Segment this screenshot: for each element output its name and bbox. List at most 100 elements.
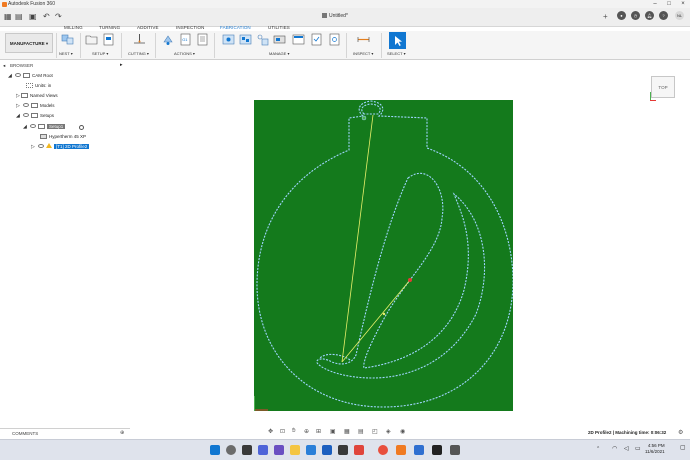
extensions-icon[interactable]: ●: [617, 11, 626, 20]
comments-panel[interactable]: COMMENTS ⊕: [0, 428, 130, 437]
tree-label: CAM Root: [32, 73, 53, 78]
zoom-icon[interactable]: ⊕: [304, 428, 309, 435]
measure-icon[interactable]: [357, 33, 370, 46]
simulate-icon[interactable]: [162, 33, 175, 46]
tree-item-setup1[interactable]: ◢ Setup1: [23, 123, 84, 131]
taskbar-clock[interactable]: 4:56 PM 11/6/2021: [645, 443, 665, 455]
eye-icon[interactable]: [23, 113, 29, 117]
eye-icon[interactable]: [15, 73, 21, 77]
tab-utilities[interactable]: UTILITIES: [268, 25, 290, 30]
post-library-icon[interactable]: [256, 33, 269, 46]
app-taskbar-icon[interactable]: [432, 445, 442, 455]
setup-folder-icon[interactable]: [85, 33, 98, 46]
select-cursor-icon[interactable]: [389, 32, 406, 49]
browser-pin-icon[interactable]: ▸: [120, 62, 123, 68]
grid-settings-icon[interactable]: ▦: [344, 428, 350, 435]
fit-icon[interactable]: ⊞: [316, 428, 321, 435]
close-button[interactable]: ×: [676, 0, 690, 8]
file-icon[interactable]: ▤: [15, 13, 23, 21]
fusion-taskbar-icon[interactable]: [396, 445, 406, 455]
eye-icon[interactable]: [23, 103, 29, 107]
help-icon[interactable]: ?: [659, 11, 668, 20]
tree-item-machine[interactable]: Hypertherm 45 XP: [40, 133, 86, 141]
eye-icon[interactable]: [30, 124, 36, 128]
tree-item-setups[interactable]: ◢ Setups: [16, 112, 54, 120]
select-group-label: SELECT: [387, 51, 403, 56]
display-settings-icon[interactable]: ▣: [330, 428, 336, 435]
wifi-icon[interactable]: ◠: [612, 445, 617, 452]
viewports-icon[interactable]: ▤: [358, 428, 364, 435]
tray-chevron-icon[interactable]: ⌃: [596, 446, 600, 452]
tree-item-models[interactable]: ▷ Models: [16, 102, 55, 110]
widgets-icon[interactable]: [258, 445, 268, 455]
nc-program-icon[interactable]: [292, 33, 305, 46]
maximize-button[interactable]: □: [662, 0, 676, 8]
tab-milling[interactable]: MILLING: [64, 25, 83, 30]
fusion-app-icon: [2, 1, 7, 7]
look-at-icon[interactable]: ⊡: [280, 428, 285, 435]
file-explorer-icon[interactable]: [290, 445, 300, 455]
collapse-icon[interactable]: ◢: [16, 112, 21, 120]
tree-item-named-views[interactable]: ▷ Named Views: [16, 92, 58, 100]
job-status-icon[interactable]: ◷: [631, 11, 640, 20]
teams-chat-icon[interactable]: [274, 445, 284, 455]
template-library-icon[interactable]: [239, 33, 252, 46]
orbit-icon[interactable]: ✥: [268, 428, 273, 435]
setup-sheet-doc-icon[interactable]: [196, 33, 209, 46]
app-taskbar-icon[interactable]: [450, 445, 460, 455]
expand-icon[interactable]: ▷: [16, 102, 21, 110]
windows-start-icon[interactable]: [210, 445, 220, 455]
tool-library-icon[interactable]: [222, 33, 235, 46]
collapse-icon[interactable]: ◢: [23, 123, 28, 131]
eye-icon[interactable]: [38, 144, 44, 148]
post-process-icon[interactable]: G1: [179, 33, 192, 46]
graphics-canvas[interactable]: [254, 100, 514, 411]
redo-icon[interactable]: ↷: [55, 13, 62, 21]
terminal-icon[interactable]: [338, 445, 348, 455]
tab-turning[interactable]: TURNING: [99, 25, 120, 30]
expand-icon[interactable]: ▷: [31, 143, 36, 151]
notification-center-icon[interactable]: ▢: [680, 444, 686, 451]
tree-item-cam-root[interactable]: ◢ CAM Root: [8, 72, 53, 80]
notifications-icon[interactable]: 🔔︎: [645, 11, 654, 20]
mail-icon[interactable]: [354, 445, 364, 455]
nest-group-label: NEST: [59, 51, 70, 56]
document-tab[interactable]: Untitled*: [322, 13, 348, 19]
tab-additive[interactable]: ADDITIVE: [137, 25, 159, 30]
tab-inspection[interactable]: INSPECTION: [176, 25, 205, 30]
chrome-icon[interactable]: [378, 445, 388, 455]
app-taskbar-icon[interactable]: [414, 445, 424, 455]
volume-icon[interactable]: ◁: [624, 445, 629, 452]
selection-filter-icon[interactable]: ◉: [400, 428, 405, 435]
tree-item-operation[interactable]: ▷ [T1] 2D Profile2: [31, 143, 90, 151]
tree-item-units[interactable]: Units: in: [26, 82, 51, 90]
edge-icon[interactable]: [306, 445, 316, 455]
effects-icon[interactable]: ◈: [386, 428, 391, 435]
machine-library-icon[interactable]: [273, 33, 286, 46]
inspect-doc-icon[interactable]: [328, 33, 341, 46]
tab-fabrication[interactable]: FABRICATION: [220, 25, 251, 32]
nest-icon[interactable]: [61, 33, 74, 46]
status-gear-icon[interactable]: ⚙︎: [678, 429, 683, 436]
save-icon[interactable]: ▣: [29, 13, 37, 21]
minimize-button[interactable]: –: [648, 0, 662, 8]
setup-sheet-icon[interactable]: [102, 33, 115, 46]
comments-expand-icon[interactable]: ⊕: [120, 430, 124, 436]
activate-icon[interactable]: [79, 125, 84, 130]
pan-icon[interactable]: ✋︎: [292, 428, 295, 435]
user-avatar[interactable]: NL: [675, 11, 684, 20]
task-manager-icon[interactable]: [310, 33, 323, 46]
new-tab-icon[interactable]: +: [603, 12, 608, 21]
task-view-icon[interactable]: [242, 445, 252, 455]
workspace-switcher[interactable]: MANUFACTURE ▾: [5, 33, 53, 53]
camera-icon[interactable]: ◰: [372, 428, 378, 435]
undo-icon[interactable]: ↶: [43, 13, 50, 21]
collapse-icon[interactable]: ◢: [8, 72, 13, 80]
collapse-browser-icon[interactable]: ◂: [3, 63, 5, 69]
store-icon[interactable]: [322, 445, 332, 455]
grid-menu-icon[interactable]: ▦: [4, 13, 12, 21]
search-icon[interactable]: [226, 445, 236, 455]
cutting-torch-icon[interactable]: [133, 33, 146, 46]
battery-icon[interactable]: ▭: [635, 445, 641, 452]
actions-group-label: ACTIONS: [174, 51, 192, 56]
